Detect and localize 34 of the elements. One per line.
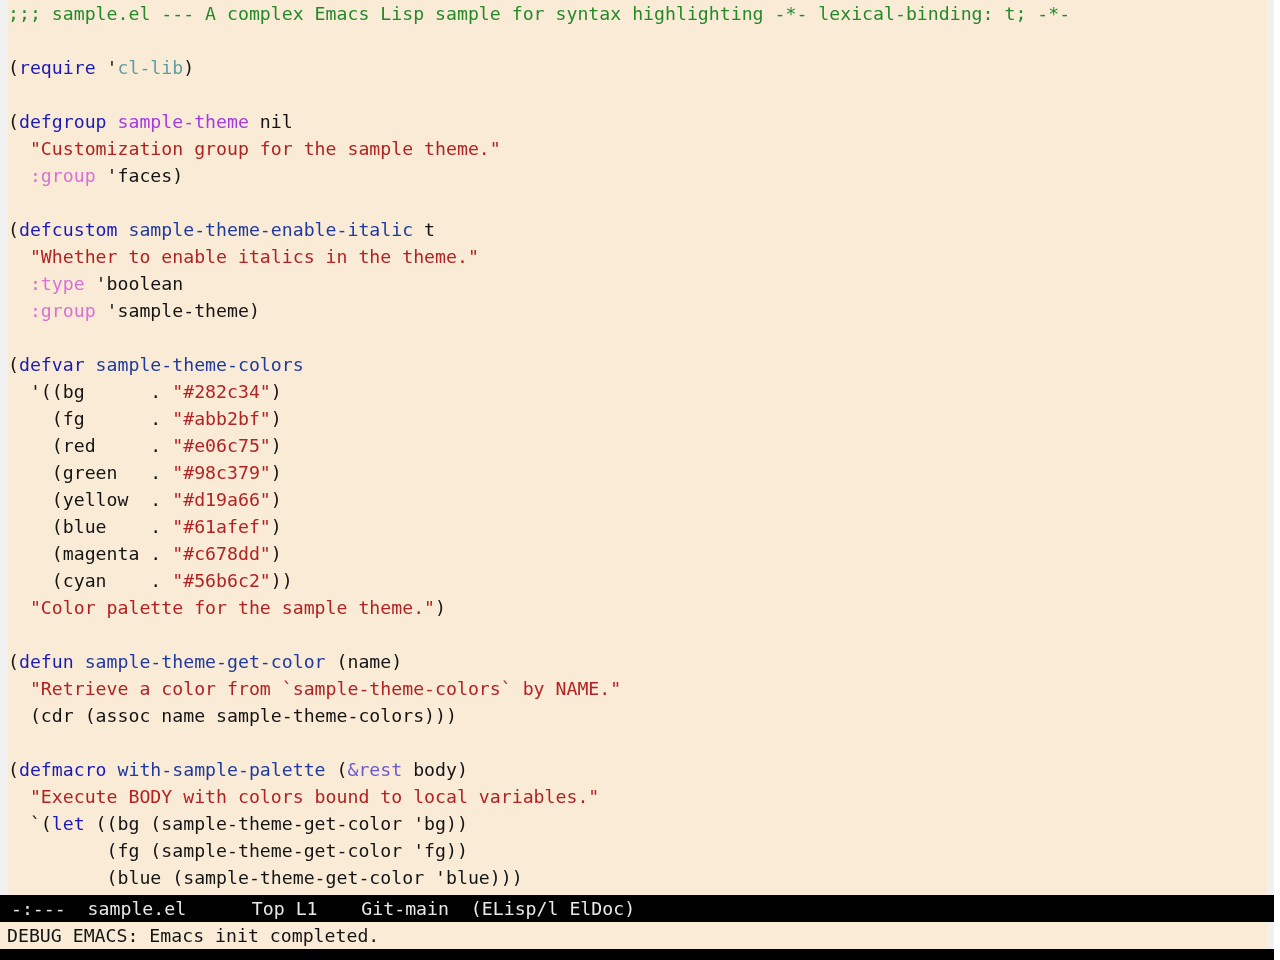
code-line: (cyan . "#56b6c2")) (51, 569, 293, 593)
code-line: (fg . "#abb2bf") (51, 407, 282, 431)
code-line: "Retrieve a color from `sample-theme-colors` by NAME." (29, 677, 622, 701)
code-line: '((bg . "#282c34") (29, 380, 282, 404)
vc-branch: Git-main (361, 897, 449, 921)
code-line: (defcustom sample-theme-enable-italic t (8, 218, 436, 242)
code-line: ;;; sample.el --- A complex Emacs Lisp sample for syntax highlighting -*- lexical-binding: t; -*- (8, 2, 1071, 26)
right-fringe (1267, 922, 1274, 949)
code-line: (yellow . "#d19a66") (51, 488, 282, 512)
modified-indicator: -:--- (10, 897, 66, 921)
code-line: :group 'sample-theme) (29, 299, 260, 323)
code-line: (defvar sample-theme-colors (8, 353, 304, 377)
code-line: (require 'cl-lib) (8, 56, 195, 80)
code-line: (magenta . "#c678dd") (51, 542, 282, 566)
code-line: (defmacro with-sample-palette (&rest body) (8, 758, 468, 782)
code-line: (blue (sample-theme-get-color 'blue))) (106, 866, 523, 890)
code-line: (blue . "#61afef") (51, 515, 282, 539)
code-line: "Color palette for the sample theme.") (29, 596, 446, 620)
code-line: (green . "#98c379") (51, 461, 282, 485)
code-line: :type 'boolean (29, 272, 184, 296)
echo-message: DEBUG EMACS: Emacs init completed. (6, 924, 381, 948)
position-indicator: Top L1 (251, 897, 318, 921)
code-line: :group 'faces) (29, 164, 184, 188)
buffer-name: sample.el (87, 897, 187, 921)
code-line: "Execute BODY with colors bound to local variables." (29, 785, 600, 809)
code-line: "Customization group for the sample theme." (29, 137, 501, 161)
code-line: (defun sample-theme-get-color (name) (8, 650, 403, 674)
major-mode: (ELisp/l ElDoc) (470, 897, 636, 921)
code-line: (red . "#e06c75") (51, 434, 282, 458)
code-line: (fg (sample-theme-get-color 'fg)) (106, 839, 468, 863)
code-line: (defgroup sample-theme nil (8, 110, 293, 134)
code-line: "Whether to enable italics in the theme." (29, 245, 479, 269)
code-line: (cdr (assoc name sample-theme-colors))) (29, 704, 457, 728)
code-line: `(let ((bg (sample-theme-get-color 'bg)) (29, 812, 468, 836)
